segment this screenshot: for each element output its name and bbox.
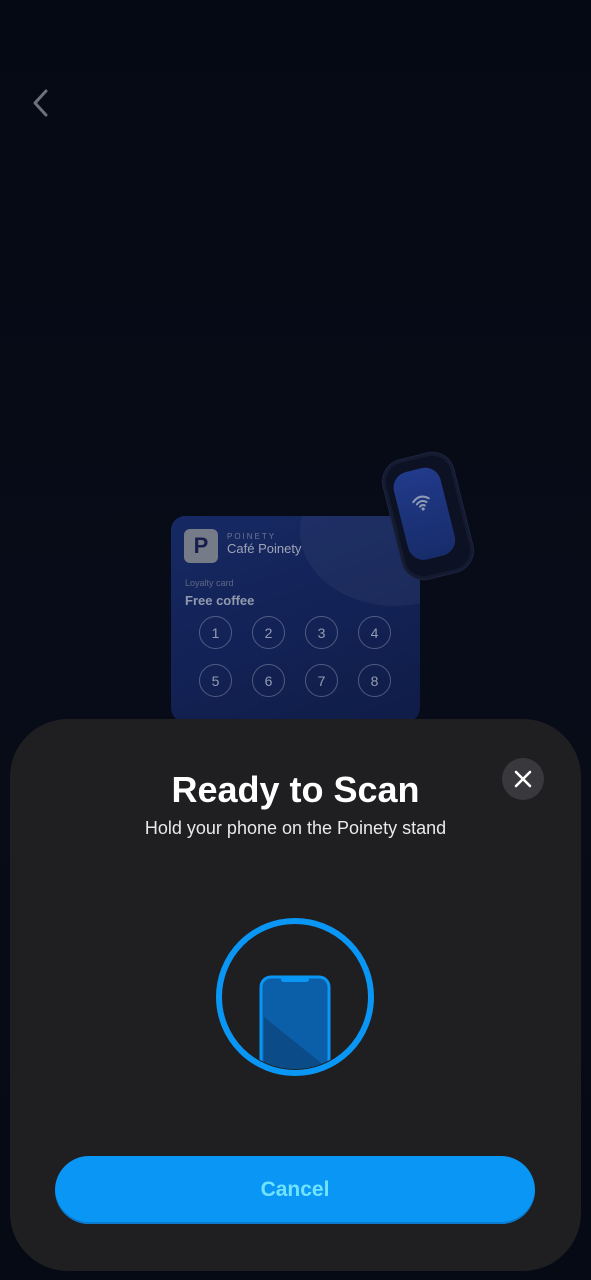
stamp-slot: 7: [305, 664, 338, 697]
card-brand: POINETY: [227, 532, 277, 541]
cancel-button[interactable]: Cancel: [55, 1156, 535, 1224]
stamp-slot: 6: [252, 664, 285, 697]
phone-scan-icon: [216, 918, 374, 1076]
sheet-subtitle: Hold your phone on the Poinety stand: [144, 818, 447, 838]
card-reward: Free coffee: [185, 593, 255, 608]
stamp-slot: 4: [358, 616, 391, 649]
card-merchant-name: Café Poinety: [227, 541, 302, 556]
card-type-label: Loyalty card: [185, 578, 234, 588]
stamp-slot: 2: [252, 616, 285, 649]
chevron-left-icon: [33, 89, 48, 117]
stamp-slot: 5: [199, 664, 232, 697]
stamp-grid: 1 2 3 4 5 6 7 8: [199, 616, 399, 697]
stamp-slot: 8: [358, 664, 391, 697]
stamp-slot: 3: [305, 616, 338, 649]
nfc-scan-screen: P POINETY Café Poinety Loyalty card Free…: [0, 0, 591, 1280]
scan-sheet: Ready to Scan Hold your phone on the Poi…: [10, 719, 581, 1271]
back-button[interactable]: [24, 86, 58, 120]
nfc-wifi-icon: [412, 495, 430, 511]
loyalty-card: P POINETY Café Poinety Loyalty card Free…: [171, 516, 420, 722]
sheet-title: Ready to Scan: [171, 769, 420, 810]
card-logo: P: [184, 529, 218, 563]
stamp-slot: 1: [199, 616, 232, 649]
